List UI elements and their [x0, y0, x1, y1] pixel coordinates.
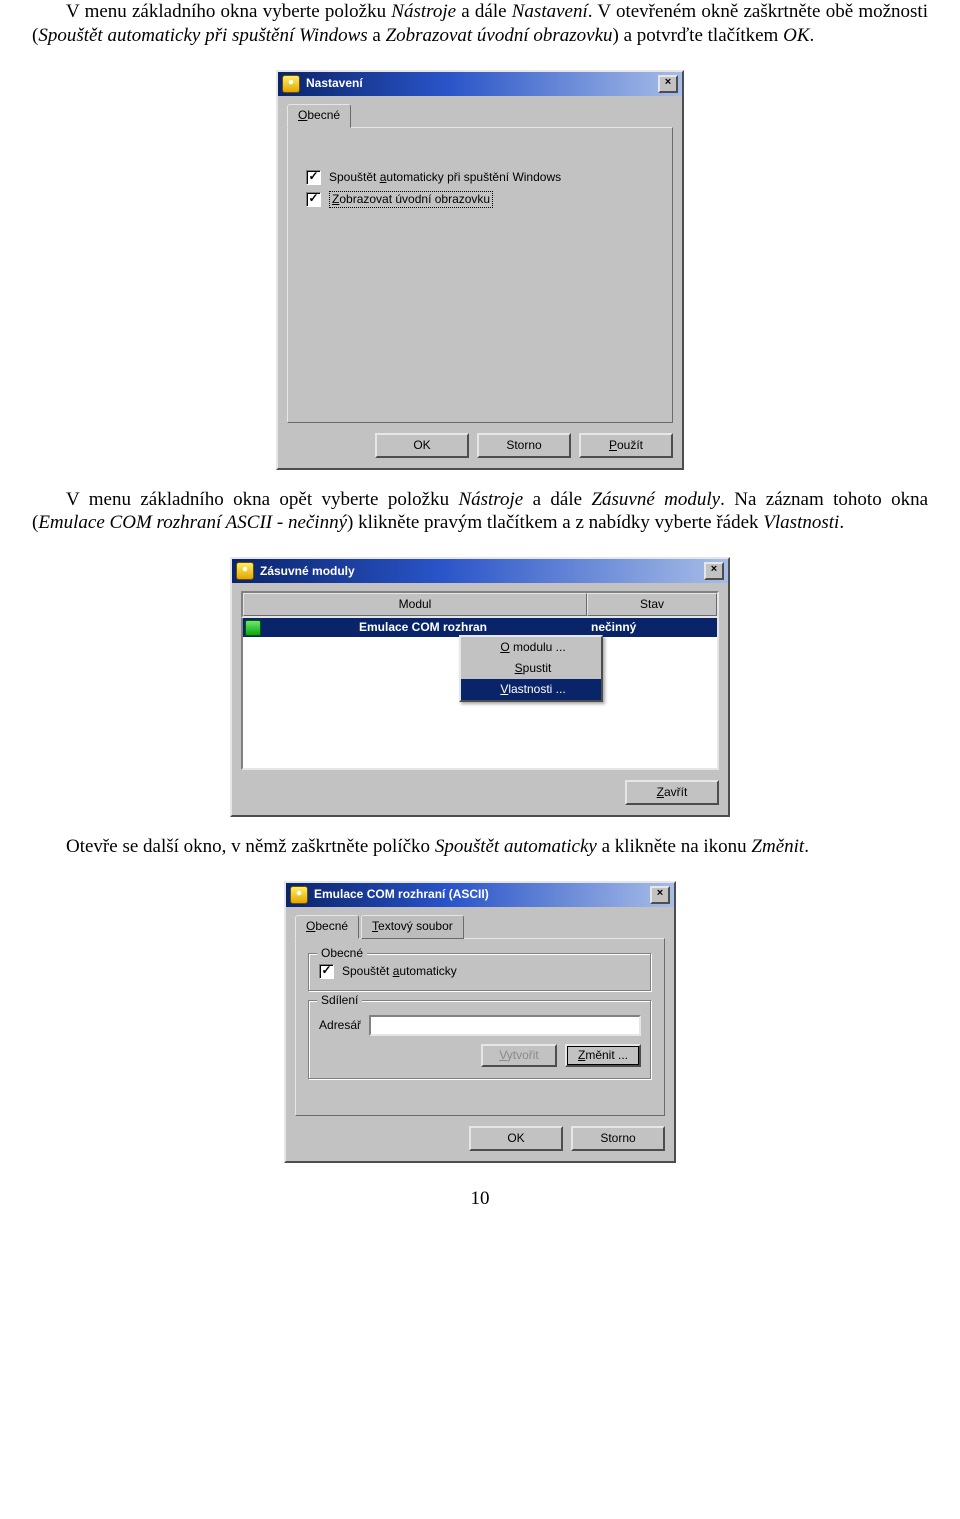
group-sdileni: Sdílení Adresář Vytvořit Změnit ... [308, 1000, 652, 1080]
checkbox-splash[interactable]: ✓ Zobrazovat úvodní obrazovku [306, 191, 654, 208]
checkbox-autostart[interactable]: ✓ Spouštět automaticky při spuštění Wind… [306, 170, 654, 185]
plugins-list[interactable]: Emulace COM rozhran nečinný O modulu ...… [241, 618, 719, 770]
tab-obecne[interactable]: Obecné [295, 915, 359, 939]
paragraph-2: V menu základního okna opět vyberte polo… [32, 488, 928, 536]
plugins-titlebar[interactable]: Zásuvné moduly × [232, 559, 728, 583]
col-modul[interactable]: Modul [243, 593, 587, 616]
cancel-button[interactable]: Storno [477, 433, 571, 458]
tab-obecne[interactable]: Obecné [287, 104, 351, 128]
app-icon [290, 886, 308, 904]
emulation-titlebar[interactable]: Emulace COM rozhraní (ASCII) × [286, 883, 674, 907]
plugin-icon [245, 620, 261, 636]
emulation-title: Emulace COM rozhraní (ASCII) [314, 887, 489, 902]
menu-about[interactable]: O modulu ... [461, 637, 601, 658]
ok-button[interactable]: OK [469, 1126, 563, 1151]
settings-titlebar[interactable]: Nastavení × [278, 72, 682, 96]
context-menu: O modulu ... Spustit Vlastnosti ... [459, 635, 603, 702]
legend-obecne: Obecné [317, 946, 367, 961]
settings-title: Nastavení [306, 76, 363, 91]
close-button[interactable]: Zavřít [625, 780, 719, 805]
checkmark-icon: ✓ [306, 170, 321, 185]
checkbox-autostart[interactable]: ✓ Spouštět automaticky [319, 964, 641, 979]
menu-properties[interactable]: Vlastnosti ... [461, 679, 601, 700]
checkmark-icon: ✓ [306, 192, 321, 207]
app-icon [282, 75, 300, 93]
menu-start[interactable]: Spustit [461, 658, 601, 679]
close-icon[interactable]: × [704, 562, 724, 580]
create-button[interactable]: Vytvořit [481, 1044, 557, 1067]
paragraph-1: V menu základního okna vyberte položku N… [32, 0, 928, 48]
checkmark-icon: ✓ [319, 964, 334, 979]
plugins-title: Zásuvné moduly [260, 564, 355, 579]
settings-dialog: Nastavení × Obecné ✓ Spouštět automatick… [276, 70, 684, 470]
app-icon [236, 562, 254, 580]
group-obecne: Obecné ✓ Spouštět automaticky [308, 953, 652, 992]
close-icon[interactable]: × [658, 75, 678, 93]
dir-input[interactable] [369, 1015, 641, 1036]
close-icon[interactable]: × [650, 886, 670, 904]
plugins-dialog: Zásuvné moduly × Modul Stav Emulace COM … [230, 557, 730, 817]
dir-label: Adresář [319, 1018, 361, 1033]
tab-textovy-soubor[interactable]: Textový soubor [361, 915, 464, 939]
cancel-button[interactable]: Storno [571, 1126, 665, 1151]
legend-sdileni: Sdílení [317, 993, 362, 1008]
change-button[interactable]: Změnit ... [565, 1044, 641, 1067]
plugins-list-header: Modul Stav [241, 591, 719, 618]
paragraph-3: Otevře se další okno, v němž zaškrtněte … [32, 835, 928, 859]
emulation-dialog: Emulace COM rozhraní (ASCII) × Obecné Te… [284, 881, 676, 1163]
ok-button[interactable]: OK [375, 433, 469, 458]
col-stav[interactable]: Stav [587, 593, 717, 616]
page-number: 10 [0, 1187, 960, 1211]
apply-button[interactable]: Použít [579, 433, 673, 458]
